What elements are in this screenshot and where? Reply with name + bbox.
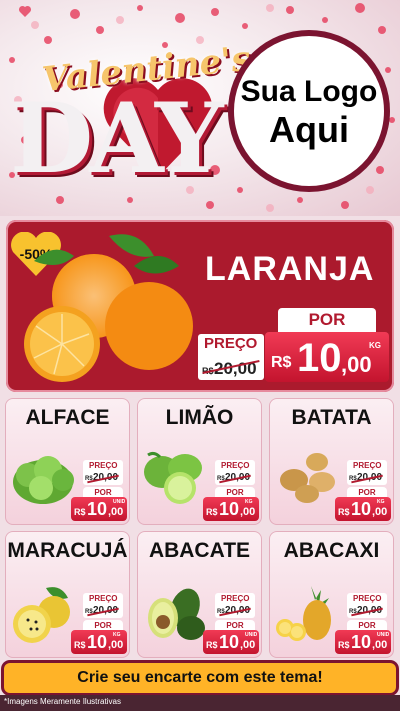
product-new-price-int: 10 [219,499,240,519]
product-new-price-dec: ,00 [372,639,388,651]
product-new-currency: R$ [338,640,350,650]
product-new-currency: R$ [206,507,218,517]
pineapple-image [276,586,331,641]
product-new-currency: R$ [74,640,86,650]
avocado-image [148,588,205,640]
orange-image [24,234,193,382]
lettuce-image [13,456,74,504]
disclaimer-text: *Imagens Meramente Ilustrativas [4,697,121,706]
product-new-price: R$ 10,00 KG [335,497,391,521]
logo-text-line1: Sua Logo [240,75,378,108]
product-preco-label: PREÇO [215,593,255,604]
product-preco-label: PREÇO [347,460,387,471]
product-new-price-int: 10 [351,499,372,519]
product-new-price: R$ 10,00 UNID [71,497,127,521]
create-flyer-button[interactable]: Crie seu encarte com este tema! [4,663,396,693]
product-new-currency: R$ [338,507,350,517]
logo-placeholder: Sua Logo Aqui [228,30,390,192]
lime-image [144,451,202,504]
hero-banner: Valentine's DAY Sua Logo Aqui [0,0,400,220]
product-new-price: R$ 10,00 UNID [203,630,259,654]
product-unit: KG [377,499,385,505]
product-new-price: R$ 10,00 KG [71,630,127,654]
product-unit: UNID [245,632,258,638]
product-new-price-int: 10 [219,632,240,652]
product-new-price-int: 10 [87,632,108,652]
product-new-currency: R$ [206,640,218,650]
product-new-price-dec: ,00 [108,639,124,651]
footer-bar: *Imagens Meramente Ilustrativas [0,695,400,711]
product-unit: KG [245,499,253,505]
featured-por-label: POR [278,308,376,332]
product-preco-label: PREÇO [215,460,255,471]
product-new-currency: R$ [74,507,86,517]
product-new-price-int: 10 [87,499,108,519]
product-new-price: R$ 10,00 KG [203,497,259,521]
product-unit: UNID [113,499,126,505]
product-unit: UNID [377,632,390,638]
product-new-price-dec: ,00 [240,506,256,518]
featured-product-name: LARANJA [205,250,375,288]
logo-text-line2: Aqui [269,109,349,150]
product-new-price-dec: ,00 [108,506,124,518]
product-new-price: R$ 10,00 UNID [335,630,391,654]
product-new-price-dec: ,00 [372,506,388,518]
product-new-price-int: 10 [351,632,372,652]
day-title: DAY [10,82,223,195]
featured-new-price: R$ 10 ,00 KG [265,332,389,382]
potato-image [280,453,335,503]
featured-preco-label: PREÇO [198,334,264,354]
product-preco-label: PREÇO [83,593,123,604]
product-preco-label: PREÇO [347,593,387,604]
product-unit: KG [113,632,121,638]
product-preco-label: PREÇO [83,460,123,471]
product-new-price-dec: ,00 [240,639,256,651]
passion-fruit-image [13,587,70,643]
